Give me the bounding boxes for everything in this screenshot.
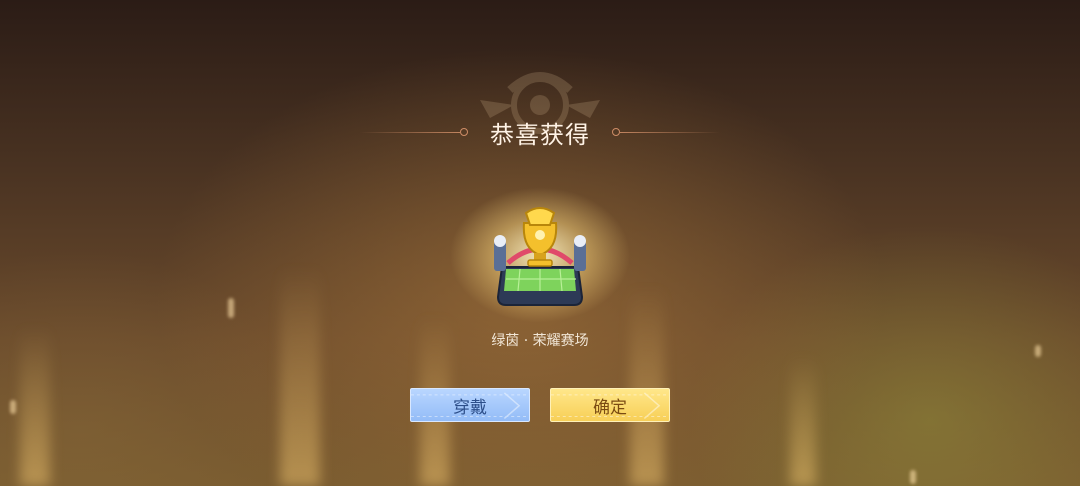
reward-name: 绿茵 · 荣耀赛场 — [491, 333, 589, 349]
reward-popup-scene: 恭喜获得 绿茵 · 荣耀赛场 穿戴 确定 — [0, 0, 1080, 486]
sparkle — [910, 470, 916, 484]
light-beam — [280, 266, 320, 486]
sparkle — [228, 298, 234, 318]
confirm-button-label: 确定 — [593, 397, 627, 418]
light-beam — [20, 326, 50, 486]
confirm-button[interactable]: 确定 — [550, 388, 670, 422]
light-beam — [790, 356, 816, 486]
sparkle — [10, 400, 16, 414]
wear-button[interactable]: 穿戴 — [410, 388, 530, 422]
golden-trophy-stadium-icon — [494, 207, 586, 306]
title-row: 恭喜获得 — [360, 112, 720, 152]
title-divider-right — [620, 132, 720, 133]
wear-button-label: 穿戴 — [453, 397, 487, 418]
title-ornament-right — [612, 128, 620, 136]
